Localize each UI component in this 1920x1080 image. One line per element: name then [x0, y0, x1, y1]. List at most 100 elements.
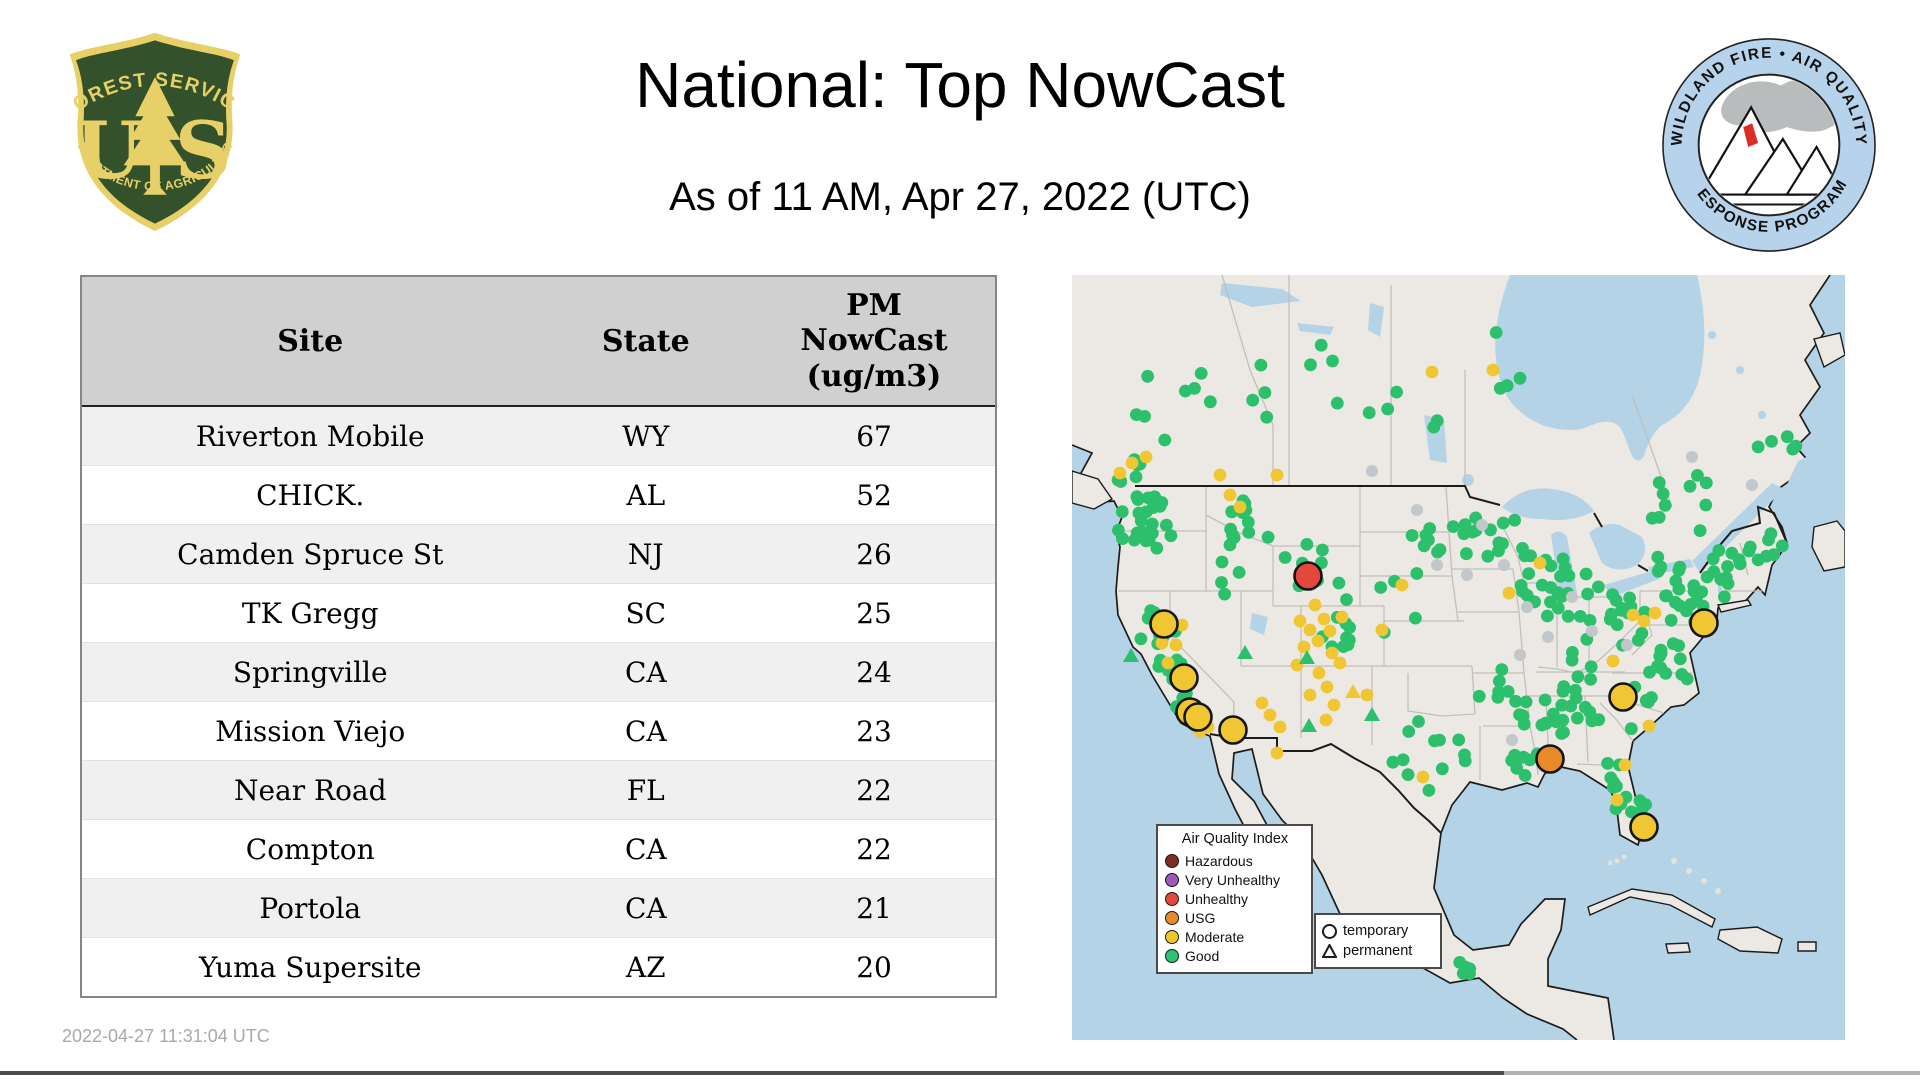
monitor-dot-good	[1680, 604, 1693, 618]
table-row: Mission Viejo CA 23	[82, 701, 995, 760]
aqi-legend-item: USG	[1165, 908, 1305, 927]
cell-value: 22	[856, 832, 892, 866]
monitor-dot-good	[1541, 609, 1554, 623]
monitor-dot-good	[1760, 549, 1773, 563]
monitor-dot-inactive	[1746, 479, 1758, 491]
monitor-dot-good	[1422, 784, 1436, 797]
aqi-legend-item: Moderate	[1165, 927, 1305, 946]
table-row: Portola CA 21	[82, 878, 995, 937]
monitor-dot-good	[1610, 618, 1624, 632]
monitor-dot-moderate	[1233, 500, 1247, 514]
monitor-dot-moderate	[1308, 598, 1322, 612]
monitor-dot-good	[1693, 524, 1707, 537]
monitor-dot-inactive	[1514, 649, 1526, 661]
monitor-dot-inactive	[1431, 559, 1443, 571]
bottom-window-edge	[0, 1071, 1504, 1075]
aqi-legend-item: Good	[1165, 946, 1305, 965]
monitor-dot-good	[1405, 529, 1419, 542]
monitor-dot-good	[1500, 379, 1514, 393]
monitor-dot-good	[1188, 382, 1201, 395]
site-type-legend: temporary permanent	[1314, 913, 1442, 969]
monitor-dot-good	[1316, 543, 1329, 557]
cell-site: CHICK.	[256, 478, 365, 512]
monitor-dot-inactive	[1521, 601, 1533, 613]
monitor-dot-good	[1226, 528, 1239, 542]
monitor-dot-good	[1581, 587, 1594, 601]
top-site-marker	[1183, 702, 1213, 732]
monitor-dot-inactive	[1498, 559, 1510, 571]
monitor-dot-moderate	[1312, 666, 1326, 680]
monitor-dot-good	[1584, 673, 1597, 686]
monitor-dot-moderate	[1255, 696, 1269, 710]
monitor-dot-moderate	[1161, 656, 1175, 670]
aqi-legend-label: Good	[1185, 947, 1220, 964]
aqi-legend-item: Hazardous	[1165, 851, 1305, 870]
aqi-legend-item: Unhealthy	[1165, 889, 1305, 908]
monitor-dot-good	[1514, 579, 1528, 592]
cell-value: 20	[856, 950, 892, 984]
cell-value: 25	[856, 596, 892, 630]
monitor-dot-good	[1402, 725, 1416, 738]
monitor-dot-good	[1673, 560, 1687, 574]
site-type-item: temporary	[1322, 921, 1434, 941]
table-row: Camden Spruce St NJ 26	[82, 524, 995, 583]
monitor-dot-moderate	[1113, 466, 1127, 480]
monitor-dot-good	[1639, 694, 1653, 707]
cell-site: Springville	[232, 655, 388, 689]
cell-site: Riverton Mobile	[195, 419, 425, 453]
aqi-map: Air Quality Index Hazardous Very Unhealth…	[1072, 275, 1845, 1040]
monitor-dot-good	[1623, 591, 1636, 605]
monitor-dot-inactive	[1542, 631, 1554, 643]
monitor-dot-moderate	[1323, 624, 1337, 638]
monitor-dot-inactive	[1476, 519, 1488, 531]
top-site-marker	[1169, 663, 1199, 693]
cell-site: Near Road	[233, 773, 387, 807]
monitor-dot-good	[1699, 498, 1713, 512]
monitor-dot-good	[1538, 693, 1552, 707]
monitor-dot-moderate	[1648, 606, 1662, 620]
top-site-marker	[1218, 715, 1248, 745]
monitor-dot-good	[1518, 769, 1532, 782]
monitor-dot-good	[1460, 547, 1473, 561]
cell-site: Compton	[245, 832, 375, 866]
monitor-dot-good	[1254, 358, 1268, 372]
top-site-marker	[1689, 608, 1719, 638]
page-title: National: Top NowCast	[635, 49, 1285, 121]
site-type-item: permanent	[1322, 941, 1434, 961]
monitor-dot-good	[1664, 613, 1678, 627]
aqi-legend: Air Quality Index Hazardous Very Unhealth…	[1156, 824, 1313, 974]
top-site-marker	[1535, 744, 1565, 774]
aqi-legend-label: Very Unhealthy	[1185, 871, 1280, 888]
cell-state: CA	[624, 714, 667, 748]
cell-state: WY	[622, 419, 670, 453]
aqi-legend-items: Hazardous Very Unhealthy Unhealthy USG Moder…	[1165, 851, 1305, 965]
monitor-dot-moderate	[1213, 468, 1227, 482]
cell-site: Yuma Supersite	[199, 950, 422, 984]
monitor-dot-moderate	[1360, 688, 1374, 702]
monitor-dot-moderate	[1319, 713, 1333, 727]
monitor-dot-good	[1489, 326, 1503, 339]
cell-state: CA	[624, 655, 667, 689]
generated-timestamp: 2022-04-27 11:31:04 UTC	[62, 1026, 270, 1046]
aqi-swatch-icon	[1165, 891, 1179, 906]
monitor-dot-good	[1519, 695, 1533, 709]
monitor-dot-good	[1232, 566, 1246, 579]
monitor-dot-moderate	[1327, 698, 1341, 712]
monitor-dot-moderate	[1303, 623, 1317, 637]
monitor-dot-good	[1423, 522, 1437, 535]
monitor-dot-good	[1652, 476, 1666, 489]
monitor-dot-good	[1719, 571, 1733, 584]
aqi-swatch-icon	[1165, 910, 1179, 925]
monitor-dot-good	[1691, 469, 1704, 482]
monitor-dot-good	[1569, 691, 1583, 705]
monitor-dot-good	[1742, 544, 1756, 558]
aqi-legend-label: Moderate	[1185, 928, 1245, 945]
monitor-dot-moderate	[1297, 640, 1311, 654]
monitor-dot-moderate	[1335, 610, 1349, 624]
monitor-dot-good	[1332, 576, 1346, 590]
monitor-dot-inactive	[1506, 734, 1518, 746]
aqi-swatch-icon	[1165, 872, 1179, 887]
monitor-dot-good	[1261, 530, 1275, 544]
monitor-dot-inactive	[1621, 639, 1633, 651]
monitor-dot-moderate	[1317, 612, 1331, 626]
